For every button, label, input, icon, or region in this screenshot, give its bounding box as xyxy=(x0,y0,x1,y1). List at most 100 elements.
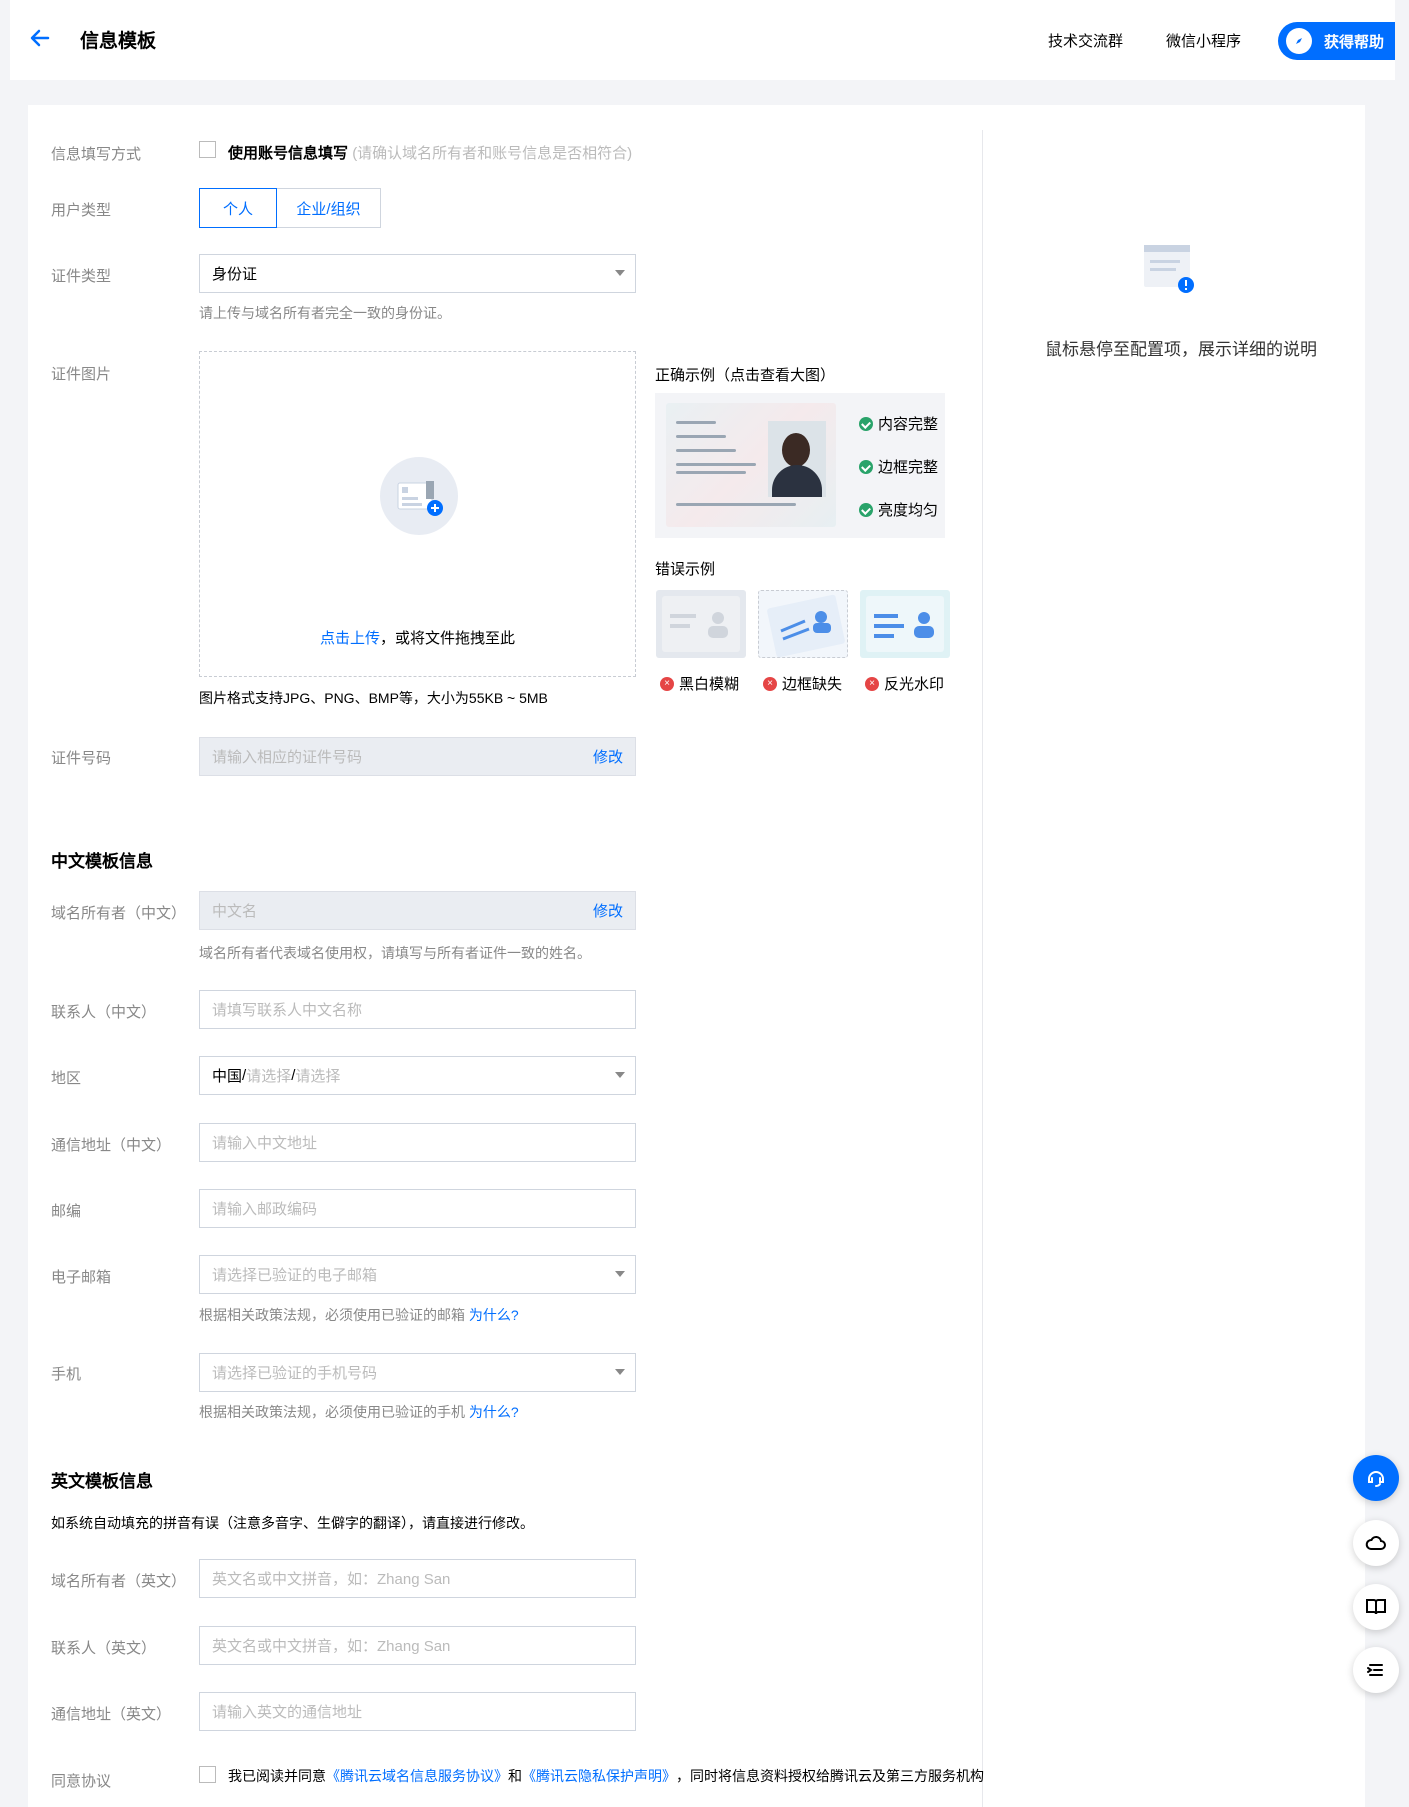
email-why-link[interactable]: 为什么? xyxy=(469,1307,519,1323)
user-type-personal[interactable]: 个人 xyxy=(199,188,277,228)
region-province: 请选择 xyxy=(246,1068,292,1085)
check-circle-icon xyxy=(859,416,873,431)
error-circle-icon: × xyxy=(865,676,879,691)
page-title: 信息模板 xyxy=(80,31,157,52)
bad-item-glare: × 反光水印 xyxy=(865,673,944,694)
phone-why-link[interactable]: 为什么? xyxy=(469,1404,519,1420)
drag-text: ，或将文件拖拽至此 xyxy=(380,630,516,647)
cn-contact-placeholder: 请填写联系人中文名称 xyxy=(212,1002,363,1019)
cn-owner-input[interactable]: 中文名 修改 xyxy=(199,891,636,930)
bad-example-title: 错误示例 xyxy=(655,561,716,578)
panel-divider xyxy=(982,130,983,1807)
en-address-placeholder: 请输入英文的通信地址 xyxy=(212,1704,363,1721)
cn-owner-placeholder: 中文名 xyxy=(212,903,258,920)
use-account-info-text: 使用账号信息填写 (请确认域名所有者和账号信息是否相符合) xyxy=(228,142,632,163)
good-item-complete-content: 内容完整 xyxy=(859,413,938,434)
cn-owner-label: 域名所有者（中文） xyxy=(51,905,187,922)
email-placeholder: 请选择已验证的电子邮箱 xyxy=(212,1267,378,1284)
user-type-enterprise[interactable]: 企业/组织 xyxy=(277,188,381,228)
zipcode-placeholder: 请输入邮政编码 xyxy=(212,1201,318,1218)
region-country: 中国 xyxy=(212,1068,243,1085)
good-item-even-brightness: 亮度均匀 xyxy=(859,499,938,520)
use-account-info-checkbox[interactable] xyxy=(199,141,216,158)
en-owner-label: 域名所有者（英文） xyxy=(51,1573,187,1590)
domain-service-agreement-link[interactable]: 《腾讯云域名信息服务协议》 xyxy=(326,1766,508,1786)
id-number-placeholder: 请输入相应的证件号码 xyxy=(212,749,363,766)
upload-card-icon xyxy=(380,457,458,535)
region-label: 地区 xyxy=(51,1070,82,1087)
cn-section-title: 中文模板信息 xyxy=(51,852,153,871)
email-hint-text: 根据相关政策法规，必须使用已验证的邮箱 xyxy=(199,1307,465,1323)
id-number-edit-link[interactable]: 修改 xyxy=(593,746,623,767)
headset-icon xyxy=(1368,1471,1384,1487)
get-help-label: 获得帮助 xyxy=(1324,33,1385,51)
cn-address-label: 通信地址（中文） xyxy=(51,1137,172,1154)
region-select[interactable]: 中国 / 请选择 / 请选择 xyxy=(199,1056,636,1095)
cn-owner-hint: 域名所有者代表域名使用权，请填写与所有者证件一致的姓名。 xyxy=(199,945,591,961)
id-image-upload-area[interactable]: 点击上传，或将文件拖拽至此 xyxy=(199,351,636,677)
bad-example-glare-image[interactable] xyxy=(860,590,950,658)
en-contact-placeholder: 英文名或中文拼音，如：Zhang San xyxy=(212,1638,451,1655)
id-type-label: 证件类型 xyxy=(51,268,112,285)
id-type-value: 身份证 xyxy=(212,266,258,283)
en-section-title: 英文模板信息 xyxy=(51,1472,153,1491)
en-owner-input[interactable]: 英文名或中文拼音，如：Zhang San xyxy=(199,1559,636,1598)
image-format-hint: 图片格式支持JPG、PNG、BMP等，大小为55KB ~ 5MB xyxy=(199,690,548,706)
id-number-input[interactable]: 请输入相应的证件号码 修改 xyxy=(199,737,636,776)
en-contact-input[interactable]: 英文名或中文拼音，如：Zhang San xyxy=(199,1626,636,1665)
cloud-button[interactable] xyxy=(1353,1520,1399,1566)
bad-example-blurry-image[interactable] xyxy=(656,590,746,658)
chevron-down-icon xyxy=(615,1072,625,1078)
document-info-icon xyxy=(1144,245,1194,293)
error-circle-icon: × xyxy=(763,676,777,691)
id-number-label: 证件号码 xyxy=(51,750,112,767)
agreement-and: 和 xyxy=(508,1768,522,1784)
check-circle-icon xyxy=(859,502,873,517)
customer-service-button[interactable] xyxy=(1353,1455,1399,1501)
good-item-label: 内容完整 xyxy=(878,416,939,433)
tech-group-link[interactable]: 技术交流群 xyxy=(1048,30,1123,51)
good-item-complete-border: 边框完整 xyxy=(859,456,938,477)
en-contact-label: 联系人（英文） xyxy=(51,1640,157,1657)
id-type-select[interactable]: 身份证 xyxy=(199,254,636,293)
compass-icon xyxy=(1286,28,1312,54)
email-hint: 根据相关政策法规，必须使用已验证的邮箱 为什么? xyxy=(199,1305,519,1325)
cn-contact-label: 联系人（中文） xyxy=(51,1004,157,1021)
en-section-note: 如系统自动填充的拼音有误（注意多音字、生僻字的翻译），请直接进行修改。 xyxy=(51,1515,534,1531)
good-example-title[interactable]: 正确示例（点击查看大图） xyxy=(655,364,835,385)
docs-button[interactable] xyxy=(1353,1584,1399,1630)
user-type-segment: 个人 企业/组织 xyxy=(199,188,381,228)
check-circle-icon xyxy=(859,459,873,474)
chevron-down-icon xyxy=(615,1369,625,1375)
back-arrow-icon[interactable] xyxy=(26,24,54,52)
get-help-button[interactable]: 获得帮助 xyxy=(1278,22,1395,60)
privacy-statement-link[interactable]: 《腾讯云隐私保护声明》 xyxy=(522,1766,676,1786)
bad-item-label: 反光水印 xyxy=(884,676,945,693)
agreement-checkbox[interactable] xyxy=(199,1766,216,1783)
en-address-label: 通信地址（英文） xyxy=(51,1706,172,1723)
id-type-hint: 请上传与域名所有者完全一致的身份证。 xyxy=(199,305,451,321)
good-example-box[interactable]: 内容完整 边框完整 亮度均匀 xyxy=(655,393,945,538)
email-select[interactable]: 请选择已验证的电子邮箱 xyxy=(199,1255,636,1294)
top-bar: 信息模板 技术交流群 微信小程序 获得帮助 xyxy=(10,0,1395,80)
bad-item-missing-border: × 边框缺失 xyxy=(763,673,842,694)
bad-item-label: 黑白模糊 xyxy=(679,676,740,693)
phone-select[interactable]: 请选择已验证的手机号码 xyxy=(199,1353,636,1392)
agreement-text: 我已阅读并同意 《腾讯云域名信息服务协议》 和 《腾讯云隐私保护声明》 ，同时将… xyxy=(228,1766,984,1786)
mini-program-link[interactable]: 微信小程序 xyxy=(1166,30,1241,51)
phone-label: 手机 xyxy=(51,1366,82,1383)
cn-address-input[interactable]: 请输入中文地址 xyxy=(199,1123,636,1162)
bad-item-blurry: × 黑白模糊 xyxy=(660,673,739,694)
bad-example-missing-border-image[interactable] xyxy=(758,590,848,658)
agreement-prefix: 我已阅读并同意 xyxy=(228,1768,326,1784)
user-type-label: 用户类型 xyxy=(51,202,112,219)
agreement-suffix: ，同时将信息资料授权给腾讯云及第三方服务机构 xyxy=(676,1768,984,1784)
upload-text: 点击上传，或将文件拖拽至此 xyxy=(200,627,635,648)
cn-owner-edit-link[interactable]: 修改 xyxy=(593,900,623,921)
menu-button[interactable] xyxy=(1353,1647,1399,1693)
zipcode-input[interactable]: 请输入邮政编码 xyxy=(199,1189,636,1228)
click-upload-link[interactable]: 点击上传 xyxy=(320,630,380,647)
use-account-info-label: 使用账号信息填写 xyxy=(228,145,349,162)
cn-contact-input[interactable]: 请填写联系人中文名称 xyxy=(199,990,636,1029)
en-address-input[interactable]: 请输入英文的通信地址 xyxy=(199,1692,636,1731)
